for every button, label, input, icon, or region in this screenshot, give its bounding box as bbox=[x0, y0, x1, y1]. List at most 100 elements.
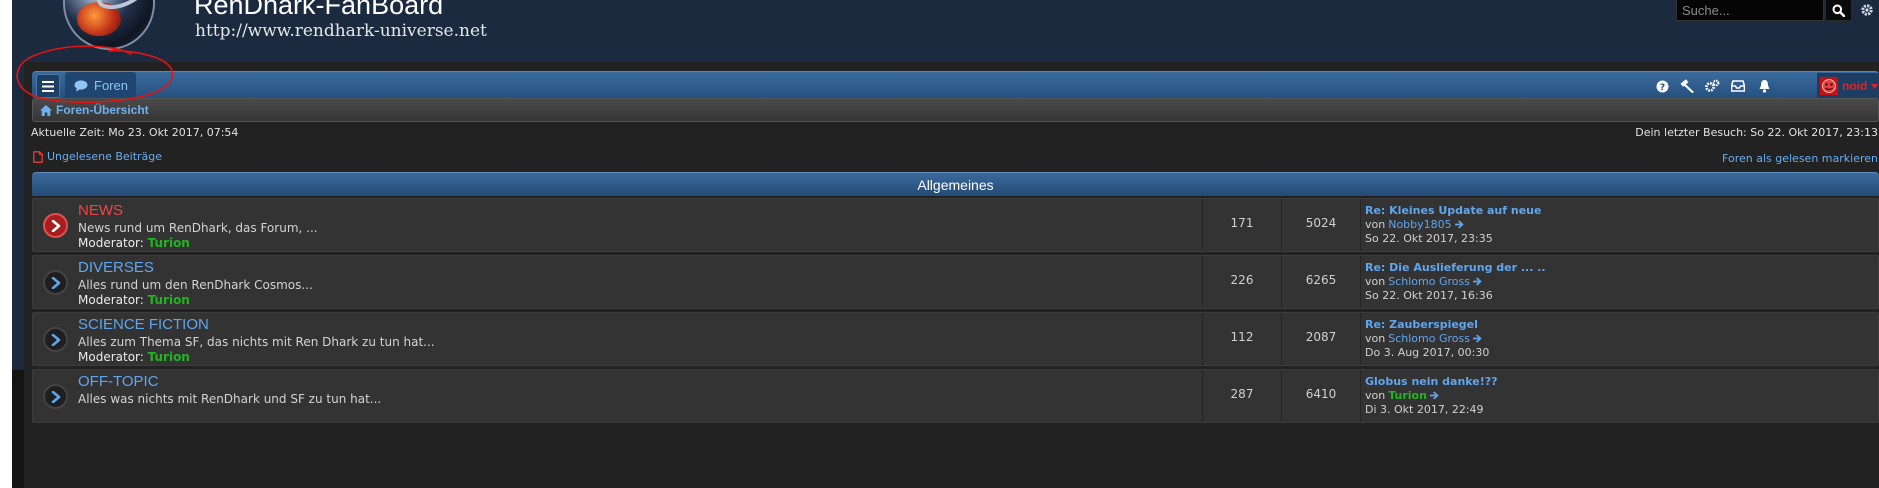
breadcrumb: Foren-Übersicht bbox=[32, 98, 1879, 122]
search-input[interactable] bbox=[1676, 0, 1824, 21]
forum-moderator: Moderator: Turion bbox=[78, 293, 190, 307]
last-post-title[interactable]: Re: Die Auslieferung der ... ... bbox=[1365, 261, 1545, 274]
tab-foren[interactable]: Foren bbox=[65, 72, 136, 99]
goto-last-post-icon[interactable] bbox=[1472, 334, 1482, 343]
last-post-author-line: von Nobby1805 bbox=[1365, 218, 1464, 231]
moderator-name[interactable]: Turion bbox=[148, 350, 190, 364]
chevron-right-icon bbox=[51, 390, 60, 403]
forum-status-icon bbox=[43, 327, 68, 352]
last-post-date: So 22. Okt 2017, 23:35 bbox=[1365, 232, 1493, 245]
moderator-label: Moderator: bbox=[78, 293, 144, 307]
column-divider bbox=[1360, 313, 1361, 365]
moderator-name[interactable]: Turion bbox=[148, 236, 190, 250]
help-button[interactable]: ? bbox=[1653, 77, 1671, 95]
post-count: 6410 bbox=[1305, 387, 1337, 401]
forum-row[interactable]: SCIENCE FICTION Alles zum Thema SF, das … bbox=[32, 312, 1879, 366]
user-menu[interactable]: noid bbox=[1817, 73, 1879, 99]
forum-moderator: Moderator: Turion bbox=[78, 350, 190, 364]
forum-status-icon bbox=[43, 270, 68, 295]
last-post-title[interactable]: Globus nein danke!?? bbox=[1365, 375, 1545, 388]
chevron-right-icon bbox=[51, 276, 60, 289]
planet-logo[interactable] bbox=[63, 0, 155, 50]
last-post-by-label: von bbox=[1365, 218, 1386, 231]
last-post-author[interactable]: Nobby1805 bbox=[1388, 218, 1451, 231]
forum-status-icon bbox=[43, 213, 68, 238]
gear-icon bbox=[1860, 4, 1873, 16]
menu-icon bbox=[42, 80, 54, 92]
last-visit: Dein letzter Besuch: So 22. Okt 2017, 23… bbox=[1635, 126, 1878, 139]
forum-status-icon bbox=[43, 384, 68, 409]
forum-description: Alles zum Thema SF, das nichts mit Ren D… bbox=[78, 335, 435, 349]
column-divider bbox=[1360, 370, 1361, 422]
last-post-author-line: von Schlomo Gross bbox=[1365, 275, 1482, 288]
chevron-right-icon bbox=[51, 333, 60, 346]
goto-last-post-icon[interactable] bbox=[1429, 391, 1439, 400]
menu-button[interactable] bbox=[36, 74, 60, 98]
post-count: 6265 bbox=[1305, 273, 1337, 287]
chevron-right-icon bbox=[51, 219, 60, 232]
topic-count: 287 bbox=[1230, 387, 1254, 401]
current-time: Aktuelle Zeit: Mo 23. Okt 2017, 07:54 bbox=[31, 126, 239, 139]
caret-down-icon bbox=[1871, 83, 1879, 89]
last-post-date: Di 3. Okt 2017, 22:49 bbox=[1365, 403, 1484, 416]
post-count: 5024 bbox=[1305, 216, 1337, 230]
admin-button[interactable] bbox=[1703, 77, 1721, 95]
last-post-author-line: von Turion bbox=[1365, 389, 1439, 402]
forum-row[interactable]: OFF-TOPIC Alles was nichts mit RenDhark … bbox=[32, 369, 1879, 423]
forum-row[interactable]: DIVERSES Alles rund um den RenDhark Cosm… bbox=[32, 255, 1879, 309]
forum-title[interactable]: NEWS bbox=[78, 202, 123, 219]
last-post-by-label: von bbox=[1365, 332, 1386, 345]
admin-gears-icon bbox=[1705, 79, 1720, 92]
home-icon bbox=[40, 104, 52, 116]
goto-last-post-icon[interactable] bbox=[1472, 277, 1482, 286]
topic-count: 171 bbox=[1230, 216, 1254, 230]
forum-title[interactable]: SCIENCE FICTION bbox=[78, 316, 209, 333]
column-divider bbox=[1360, 256, 1361, 308]
topic-count: 226 bbox=[1230, 273, 1254, 287]
svg-text:?: ? bbox=[1659, 83, 1664, 93]
last-post-author[interactable]: Turion bbox=[1388, 389, 1427, 402]
forum-title[interactable]: DIVERSES bbox=[78, 259, 154, 276]
site-title[interactable]: RenDhark-FanBoard bbox=[194, 0, 443, 21]
last-post-author[interactable]: Schlomo Gross bbox=[1388, 332, 1470, 345]
forum-row[interactable]: NEWS News rund um RenDhark, das Forum, .… bbox=[32, 198, 1879, 252]
page-background: RenDhark-FanBoard http://www.rendhark-un… bbox=[12, 0, 1879, 488]
goto-last-post-icon[interactable] bbox=[1454, 220, 1464, 229]
forum-description: News rund um RenDhark, das Forum, ... bbox=[78, 221, 318, 235]
last-post-date: So 22. Okt 2017, 16:36 bbox=[1365, 289, 1493, 302]
search-button[interactable] bbox=[1825, 0, 1852, 21]
last-post-author-line: von Schlomo Gross bbox=[1365, 332, 1482, 345]
moderator-button[interactable] bbox=[1678, 77, 1696, 95]
last-post-title[interactable]: Re: Zauberspiegel bbox=[1365, 318, 1545, 331]
last-post-by-label: von bbox=[1365, 275, 1386, 288]
forum-description: Alles was nichts mit RenDhark und SF zu … bbox=[78, 392, 382, 406]
bell-icon bbox=[1759, 80, 1769, 93]
breadcrumb-forum-index-link[interactable]: Foren-Übersicht bbox=[56, 103, 149, 117]
last-post-author[interactable]: Schlomo Gross bbox=[1388, 275, 1470, 288]
search-icon bbox=[1832, 4, 1845, 17]
mark-forums-read-link[interactable]: Foren als gelesen markieren bbox=[1722, 152, 1878, 165]
navbar: Foren ? noid bbox=[32, 71, 1879, 99]
private-messages-button[interactable] bbox=[1729, 77, 1747, 95]
content-wrapper: Foren ? noid Foren-Übersicht Aktuelle Ze… bbox=[16, 45, 1879, 488]
advanced-search-button[interactable] bbox=[1854, 0, 1879, 21]
notifications-button[interactable] bbox=[1755, 77, 1773, 95]
column-divider bbox=[1360, 199, 1361, 251]
last-post-title[interactable]: Re: Kleines Update auf neue F... bbox=[1365, 204, 1545, 217]
unread-posts-link[interactable]: Ungelesene Beiträge bbox=[33, 150, 162, 163]
forum-list: NEWS News rund um RenDhark, das Forum, .… bbox=[32, 198, 1879, 426]
last-post-date: Do 3. Aug 2017, 00:30 bbox=[1365, 346, 1490, 359]
tab-foren-label: Foren bbox=[94, 78, 128, 93]
topic-count: 112 bbox=[1230, 330, 1254, 344]
category-header[interactable]: Allgemeines bbox=[32, 172, 1879, 196]
site-url: http://www.rendhark-universe.net bbox=[195, 21, 487, 41]
post-count: 2087 bbox=[1305, 330, 1337, 344]
file-icon bbox=[33, 150, 43, 163]
avatar bbox=[1820, 77, 1838, 95]
moderator-name[interactable]: Turion bbox=[148, 293, 190, 307]
moderator-label: Moderator: bbox=[78, 236, 144, 250]
forum-title[interactable]: OFF-TOPIC bbox=[78, 373, 159, 390]
user-name: noid bbox=[1842, 79, 1868, 93]
unread-posts-label: Ungelesene Beiträge bbox=[47, 150, 163, 163]
forum-description: Alles rund um den RenDhark Cosmos... bbox=[78, 278, 313, 292]
